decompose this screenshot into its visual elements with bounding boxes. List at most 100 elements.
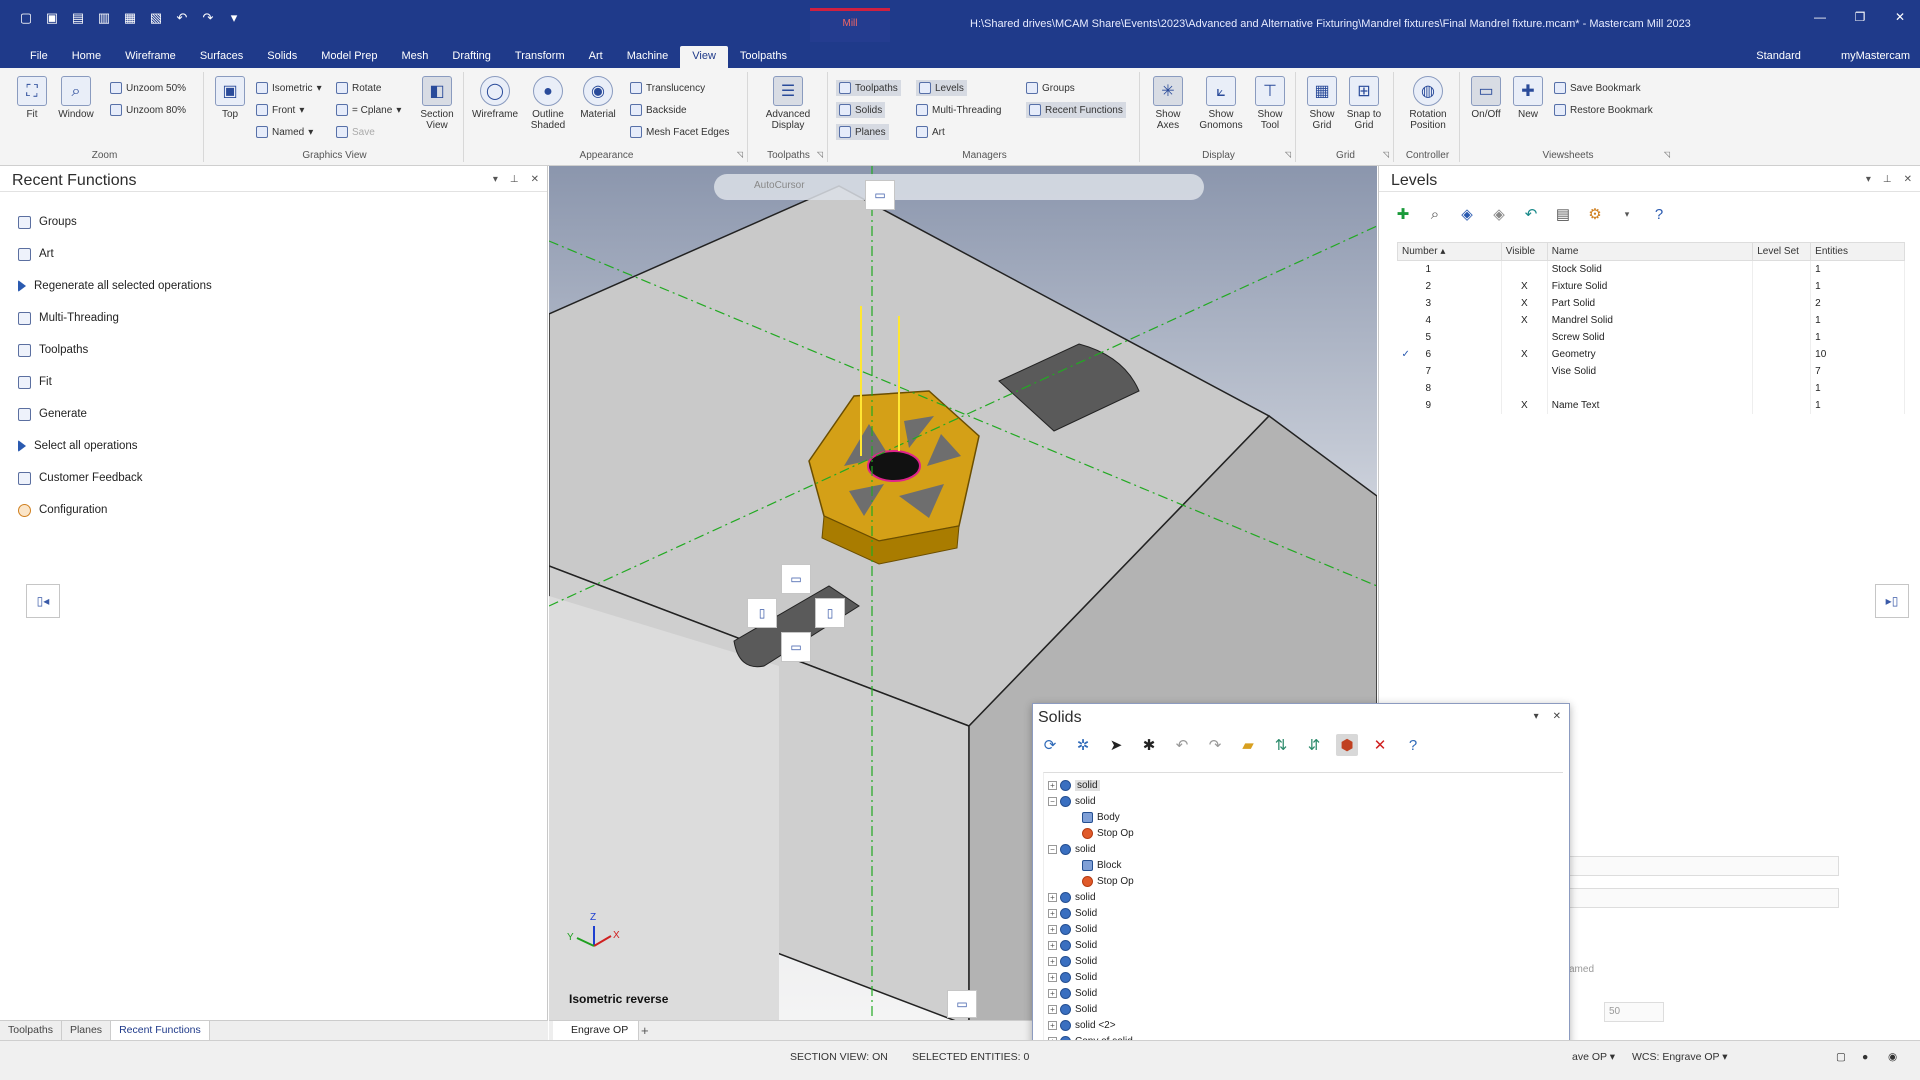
show-grid-button[interactable]: ▦ Show Grid — [1302, 76, 1342, 131]
recent-function-groups[interactable]: Groups — [18, 206, 212, 238]
regenerate-dirty-icon[interactable]: ✲ — [1072, 734, 1094, 756]
expander-icon[interactable]: − — [1048, 796, 1057, 806]
level-visible-toggle[interactable] — [1501, 379, 1548, 397]
new-file-icon[interactable]: ▢ — [18, 10, 34, 26]
recent-function-customer-feedback[interactable]: Customer Feedback — [18, 462, 212, 494]
restore-bookmark-button[interactable]: Restore Bookmark — [1554, 102, 1653, 118]
recent-function-regenerate[interactable]: Regenerate all selected operations — [18, 270, 212, 302]
tree-node[interactable]: Stop Op — [1044, 825, 1563, 841]
column-header-name[interactable]: Name — [1546, 242, 1754, 261]
column-header-number[interactable]: Number ▴ — [1397, 242, 1502, 261]
expander-icon[interactable]: + — [1048, 956, 1057, 966]
translucency-button[interactable]: Translucency — [630, 80, 705, 96]
expander-icon[interactable]: + — [1048, 908, 1057, 918]
dock-left-button[interactable]: ▯◂ — [26, 584, 60, 618]
save-icon[interactable]: ▣ — [44, 10, 60, 26]
close-icon[interactable]: ✕ — [1904, 174, 1912, 185]
show-tool-button[interactable]: ⊤ Show Tool — [1250, 76, 1290, 131]
tree-node[interactable]: − solid — [1044, 793, 1563, 809]
tree-node[interactable]: + Solid — [1044, 905, 1563, 921]
plane-status[interactable]: ave OP ▾ — [1572, 1051, 1615, 1063]
front-button[interactable]: Front ▾ — [256, 102, 304, 118]
layers-icon[interactable]: ◈ — [1457, 204, 1477, 224]
recent-function-fit[interactable]: Fit — [18, 366, 212, 398]
tree-node[interactable]: + solid <2> — [1044, 1017, 1563, 1033]
fit-button[interactable]: ⛶ Fit — [12, 76, 52, 120]
tab-model-prep[interactable]: Model Prep — [309, 46, 389, 68]
backside-button[interactable]: Backside — [630, 102, 687, 118]
tab-art[interactable]: Art — [577, 46, 615, 68]
tree-node[interactable]: + Solid — [1044, 937, 1563, 953]
merge-icon[interactable]: ▧ — [148, 10, 164, 26]
wcs-status[interactable]: WCS: Engrave OP ▾ — [1632, 1051, 1728, 1063]
multi-threading-toggle[interactable]: Multi-Threading — [916, 102, 1001, 118]
tab-transform[interactable]: Transform — [503, 46, 577, 68]
table-row[interactable]: ✓ 6 X Geometry 10 — [1397, 345, 1905, 363]
column-header-visible[interactable]: Visible — [1500, 242, 1548, 261]
level-visible-toggle[interactable]: X — [1501, 396, 1548, 414]
dock-center-bottom-button[interactable]: ▭ — [781, 632, 811, 662]
level-visible-toggle[interactable] — [1501, 362, 1548, 380]
level-visible-toggle[interactable]: X — [1501, 311, 1548, 329]
level-list-icon[interactable]: ▤ — [1553, 204, 1573, 224]
named-views-button[interactable]: Named ▾ — [256, 124, 313, 140]
show-gnomons-button[interactable]: ⟀ Show Gnomons — [1198, 76, 1244, 131]
table-row[interactable]: 81 — [1397, 379, 1905, 397]
tab-wireframe[interactable]: Wireframe — [113, 46, 188, 68]
toolpaths-manager-toggle[interactable]: Toolpaths — [836, 80, 901, 96]
column-header-entities[interactable]: Entities — [1810, 242, 1905, 261]
panel-menu-icon[interactable]: ▾ — [493, 174, 498, 185]
workspace-selector[interactable]: Standard — [1756, 50, 1801, 62]
expander-icon[interactable]: − — [1048, 844, 1057, 854]
level-name-field[interactable] — [1569, 856, 1839, 876]
find-level-icon[interactable]: ⌕ — [1425, 204, 1445, 224]
select-all-icon[interactable]: ✱ — [1138, 734, 1160, 756]
add-level-icon[interactable]: ✚ — [1393, 204, 1413, 224]
planes-manager-toggle[interactable]: Planes — [836, 124, 889, 140]
undo-icon[interactable]: ↶ — [174, 10, 190, 26]
expander-icon[interactable]: + — [1048, 892, 1057, 902]
table-row[interactable]: 9 X Name Text 1 — [1397, 396, 1905, 414]
tree-node[interactable]: − solid — [1044, 841, 1563, 857]
close-icon[interactable]: ✕ — [1553, 711, 1561, 722]
recent-functions-toggle[interactable]: Recent Functions — [1026, 102, 1126, 118]
level-set-field[interactable] — [1569, 888, 1839, 908]
recent-function-configuration[interactable]: Configuration — [18, 494, 212, 526]
unzoom-50-button[interactable]: Unzoom 50% — [110, 80, 186, 96]
customize-qat-icon[interactable]: ▾ — [226, 10, 242, 26]
help-icon[interactable]: ? — [1402, 734, 1424, 756]
isometric-button[interactable]: Isometric ▾ — [256, 80, 322, 96]
autocursor-toolbar[interactable]: AutoCursor — [714, 174, 1204, 200]
panel-menu-icon[interactable]: ▾ — [1866, 174, 1871, 185]
tab-planes-manager[interactable]: Planes — [62, 1021, 112, 1040]
dialog-menu-icon[interactable]: ▾ — [1534, 711, 1539, 722]
level-visible-toggle[interactable]: X — [1501, 294, 1548, 312]
dock-center-left-button[interactable]: ▯ — [747, 598, 777, 628]
level-visible-toggle[interactable] — [1501, 260, 1548, 278]
chevron-down-icon[interactable]: ▾ — [1617, 204, 1637, 224]
tab-home[interactable]: Home — [60, 46, 113, 68]
tree-node[interactable]: Block — [1044, 857, 1563, 873]
dialog-launcher-icon[interactable]: ◹ — [817, 150, 823, 159]
window-zoom-button[interactable]: ⌕ Window — [56, 76, 96, 120]
save-view-button[interactable]: Save — [336, 124, 375, 140]
unzoom-80-button[interactable]: Unzoom 80% — [110, 102, 186, 118]
recent-function-toolpaths[interactable]: Toolpaths — [18, 334, 212, 366]
tab-engrave-op[interactable]: Engrave OP — [553, 1021, 640, 1041]
expander-icon[interactable]: + — [1048, 1020, 1057, 1030]
recent-function-multi-threading[interactable]: Multi-Threading — [18, 302, 212, 334]
tree-node[interactable]: + Solid — [1044, 1001, 1563, 1017]
tree-node[interactable]: + solid — [1044, 889, 1563, 905]
tab-toolpaths[interactable]: Toolpaths — [728, 46, 799, 68]
layers-all-icon[interactable]: ◈ — [1489, 204, 1509, 224]
redo-icon[interactable]: ↷ — [200, 10, 216, 26]
tab-view[interactable]: View — [680, 46, 728, 68]
pin-icon[interactable]: ⊥ — [510, 174, 519, 185]
tab-machine[interactable]: Machine — [615, 46, 681, 68]
tree-node[interactable]: Body — [1044, 809, 1563, 825]
tree-node[interactable]: + Solid — [1044, 985, 1563, 1001]
dialog-launcher-icon[interactable]: ◹ — [1664, 150, 1670, 159]
dialog-launcher-icon[interactable]: ◹ — [737, 150, 743, 159]
outline-shaded-button[interactable]: ● Outline Shaded — [524, 76, 572, 131]
top-view-button[interactable]: ▣ Top — [210, 76, 250, 120]
